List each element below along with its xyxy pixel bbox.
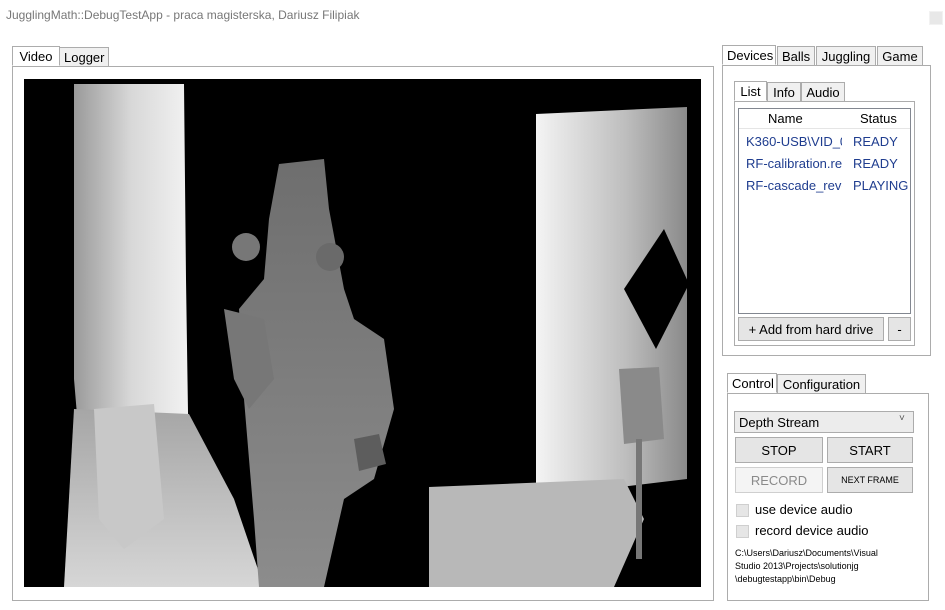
- output-path-line-2: Studio 2013\Projects\solutionjg: [735, 561, 859, 571]
- output-path-line-1: C:\Users\Dariusz\Documents\Visual: [735, 548, 878, 558]
- chevron-down-icon: ˅: [899, 413, 905, 424]
- tab-control[interactable]: Control: [727, 373, 777, 393]
- list-item-status[interactable]: READY: [853, 156, 898, 171]
- tab-audio[interactable]: Audio: [801, 82, 845, 102]
- start-button[interactable]: START: [827, 437, 913, 463]
- tab-game[interactable]: Game: [877, 46, 923, 66]
- tab-info[interactable]: Info: [767, 82, 801, 102]
- record-device-audio-label: record device audio: [755, 523, 869, 538]
- add-from-hard-drive-button[interactable]: + Add from hard drive: [738, 317, 884, 341]
- record-button[interactable]: RECORD: [735, 467, 823, 493]
- tab-configuration[interactable]: Configuration: [777, 374, 866, 394]
- record-device-audio-checkbox[interactable]: [736, 525, 749, 538]
- list-item-status[interactable]: READY: [853, 134, 898, 149]
- tab-logger[interactable]: Logger: [59, 47, 109, 67]
- use-device-audio-checkbox[interactable]: [736, 504, 749, 517]
- remove-device-button[interactable]: -: [888, 317, 911, 341]
- output-path-line-3: \debugtestapp\bin\Debug: [735, 574, 836, 584]
- tab-list[interactable]: List: [734, 81, 767, 101]
- list-item[interactable]: RF-calibration.re|: [746, 156, 842, 171]
- use-device-audio-label: use device audio: [755, 502, 853, 517]
- list-item[interactable]: K360-USB\VID_0: [746, 134, 842, 149]
- header-divider: [739, 128, 910, 129]
- stream-select-value: Depth Stream: [739, 414, 820, 430]
- column-header-status[interactable]: Status: [860, 111, 897, 126]
- list-item[interactable]: RF-cascade_reve: [746, 178, 842, 193]
- list-item-status[interactable]: PLAYING: [853, 178, 908, 193]
- stream-select[interactable]: Depth Stream: [734, 411, 914, 433]
- depth-video-frame: [24, 79, 701, 587]
- next-frame-button[interactable]: NEXT FRAME: [827, 467, 913, 493]
- tab-devices[interactable]: Devices: [722, 45, 776, 65]
- tab-balls[interactable]: Balls: [777, 46, 815, 66]
- depth-image: [24, 79, 701, 587]
- tab-juggling[interactable]: Juggling: [816, 46, 876, 66]
- tab-video[interactable]: Video: [12, 46, 60, 66]
- stop-button[interactable]: STOP: [735, 437, 823, 463]
- window-title: JugglingMath::DebugTestApp - praca magis…: [6, 8, 360, 22]
- close-button[interactable]: [929, 11, 943, 25]
- column-header-name[interactable]: Name: [768, 111, 803, 126]
